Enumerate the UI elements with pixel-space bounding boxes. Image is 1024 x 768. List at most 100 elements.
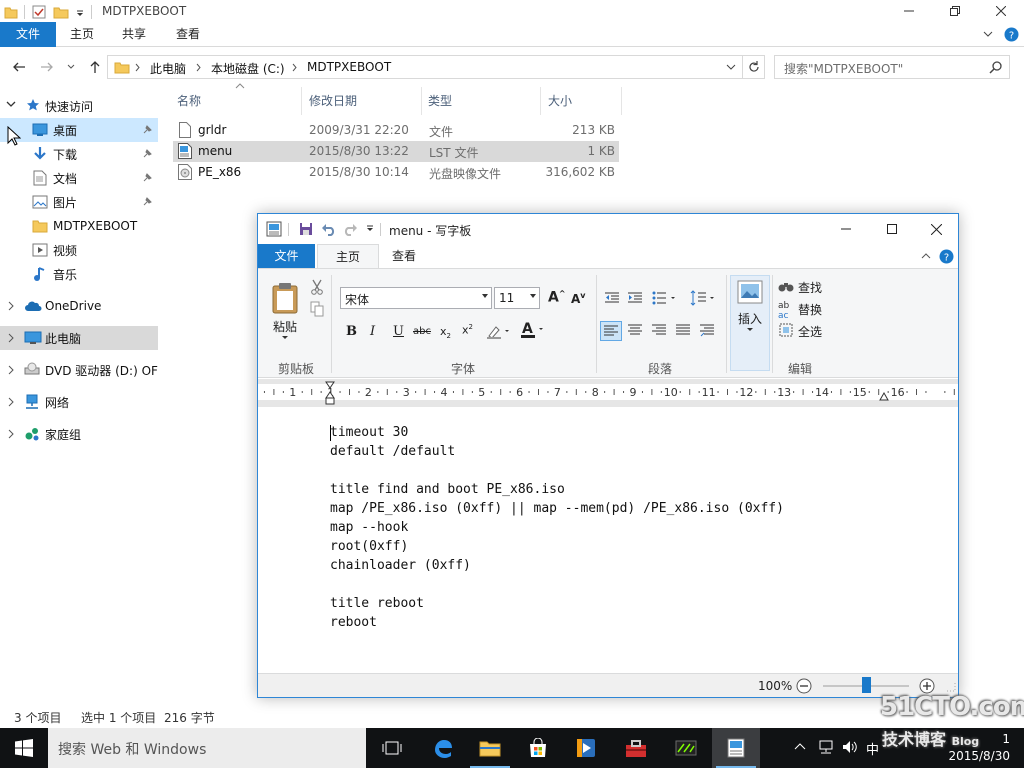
breadcrumb-mdtpxeboot[interactable]: MDTPXEBOOT (307, 60, 391, 74)
close-button[interactable] (978, 0, 1024, 22)
nav-thispc[interactable]: 此电脑 (0, 326, 158, 350)
refresh-icon[interactable] (747, 60, 761, 74)
find-button[interactable]: 查找 (798, 279, 822, 296)
file-row[interactable]: PE_x86 2015/8/30 10:14 光盘映像文件 316,602 KB (173, 162, 619, 183)
show-hidden-icons-icon[interactable] (794, 742, 806, 750)
search-icon[interactable] (989, 61, 1002, 74)
close-button[interactable] (913, 214, 959, 244)
justify-icon[interactable] (676, 324, 690, 336)
breadcrumb-separator-icon[interactable] (292, 63, 298, 72)
column-header-name[interactable]: 名称 (169, 87, 302, 115)
paragraph-settings-icon[interactable] (700, 324, 714, 338)
network-status-icon[interactable] (818, 740, 834, 754)
decrease-indent-icon[interactable] (604, 291, 620, 305)
search-input[interactable]: 搜索"MDTPXEBOOT" (774, 55, 1010, 79)
save-icon[interactable] (299, 222, 313, 236)
qat-dropdown-icon[interactable] (75, 5, 85, 19)
chevron-right-icon[interactable] (7, 301, 15, 311)
paste-button[interactable]: 粘贴 (266, 275, 304, 347)
underline-icon[interactable]: U (393, 324, 404, 339)
replace-button[interactable]: 替换 (798, 301, 822, 318)
nav-pictures[interactable]: 图片 (0, 190, 158, 214)
wordpad-app-icon[interactable] (266, 221, 282, 237)
up-button[interactable] (86, 58, 104, 76)
tab-view[interactable]: 查看 (168, 22, 208, 47)
terminal-tool-icon[interactable] (662, 728, 710, 768)
tab-file[interactable]: 文件 (0, 22, 56, 47)
breadcrumb-separator-icon[interactable] (135, 63, 141, 72)
nav-onedrive[interactable]: OneDrive (0, 294, 158, 318)
wordpad-taskbar-icon[interactable] (712, 728, 760, 768)
tab-home[interactable]: 主页 (62, 22, 102, 47)
edge-icon[interactable] (418, 728, 466, 768)
file-row[interactable]: grldr 2009/3/31 22:20 文件 213 KB (173, 120, 619, 141)
tab-view[interactable]: 查看 (379, 244, 429, 268)
tab-home[interactable]: 主页 (317, 244, 379, 268)
chevron-right-icon[interactable] (7, 333, 15, 343)
address-dropdown-icon[interactable] (726, 63, 736, 71)
pin-icon[interactable] (142, 197, 152, 207)
font-size-select[interactable]: 11 (494, 287, 540, 309)
toolbox-icon[interactable] (612, 728, 660, 768)
input-method-indicator[interactable]: 中 (866, 739, 879, 758)
chevron-right-icon[interactable] (7, 365, 15, 375)
qat-dropdown-icon[interactable] (365, 224, 375, 234)
pin-icon[interactable] (142, 173, 152, 183)
document-text[interactable]: timeout 30 default /default title find a… (330, 423, 784, 632)
breadcrumb-c-drive[interactable]: 本地磁盘 (C:) (211, 60, 285, 77)
help-icon[interactable]: ? (939, 249, 954, 264)
document-area[interactable]: timeout 30 default /default title find a… (258, 407, 958, 673)
resize-grip-icon[interactable] (946, 682, 956, 692)
insert-button[interactable]: 插入 (730, 275, 770, 371)
align-right-icon[interactable] (652, 324, 666, 336)
maximize-button[interactable] (869, 214, 915, 244)
redo-icon[interactable] (343, 222, 358, 236)
line-spacing-icon[interactable] (690, 290, 716, 306)
chevron-right-icon[interactable] (7, 429, 15, 439)
align-left-icon[interactable] (600, 321, 622, 341)
help-icon[interactable]: ? (1004, 27, 1019, 42)
breadcrumb-thispc[interactable]: 此电脑 (150, 60, 186, 77)
grow-font-icon[interactable]: A^ (548, 289, 566, 306)
highlight-color-icon[interactable] (486, 324, 510, 340)
new-folder-icon[interactable] (53, 4, 69, 20)
file-row[interactable]: menu 2015/8/30 13:22 LST 文件 1 KB (173, 141, 619, 162)
column-header-type[interactable]: 类型 (420, 87, 541, 115)
nav-network[interactable]: 网络 (0, 390, 158, 414)
pin-icon[interactable] (142, 125, 152, 135)
media-player-icon[interactable] (562, 728, 610, 768)
properties-icon[interactable] (31, 4, 47, 20)
zoom-out-icon[interactable] (796, 678, 812, 694)
column-header-size[interactable]: 大小 (540, 87, 622, 115)
nav-quick-access[interactable]: 快速访问 (0, 94, 158, 118)
volume-icon[interactable] (842, 740, 858, 754)
italic-icon[interactable]: I (370, 324, 375, 339)
shrink-font-icon[interactable]: Av (571, 291, 586, 306)
cut-icon[interactable] (310, 279, 324, 295)
select-all-button[interactable]: 全选 (798, 323, 822, 340)
file-explorer-icon[interactable] (466, 728, 514, 768)
breadcrumb-separator-icon[interactable] (196, 63, 202, 72)
chevron-right-icon[interactable] (7, 397, 15, 407)
nav-desktop[interactable]: 桌面 (0, 118, 158, 142)
taskbar-search-box[interactable]: 搜索 Web 和 Windows (48, 728, 366, 768)
ruler[interactable]: 112345678910111213141516 (258, 379, 958, 407)
nav-documents[interactable]: 文档 (0, 166, 158, 190)
start-button[interactable] (0, 728, 48, 768)
bullet-list-icon[interactable] (652, 291, 678, 305)
right-indent-marker[interactable] (879, 391, 889, 401)
first-line-indent-marker[interactable] (325, 381, 335, 405)
nav-downloads[interactable]: 下载 (0, 142, 158, 166)
nav-mdtpxeboot[interactable]: MDTPXEBOOT (0, 214, 158, 238)
tab-file[interactable]: 文件 (258, 244, 315, 268)
store-icon[interactable] (514, 728, 562, 768)
copy-icon[interactable] (310, 301, 324, 317)
minimize-button[interactable] (886, 0, 932, 22)
forward-button[interactable] (38, 58, 56, 76)
collapse-ribbon-icon[interactable] (920, 251, 932, 261)
minimize-button[interactable] (823, 214, 869, 244)
column-header-date[interactable]: 修改日期 (301, 87, 422, 115)
font-family-select[interactable]: 宋体 (340, 287, 492, 309)
nav-dvd-drive[interactable]: DVD 驱动器 (D:) OF (0, 358, 158, 382)
chevron-down-icon[interactable] (6, 101, 16, 109)
